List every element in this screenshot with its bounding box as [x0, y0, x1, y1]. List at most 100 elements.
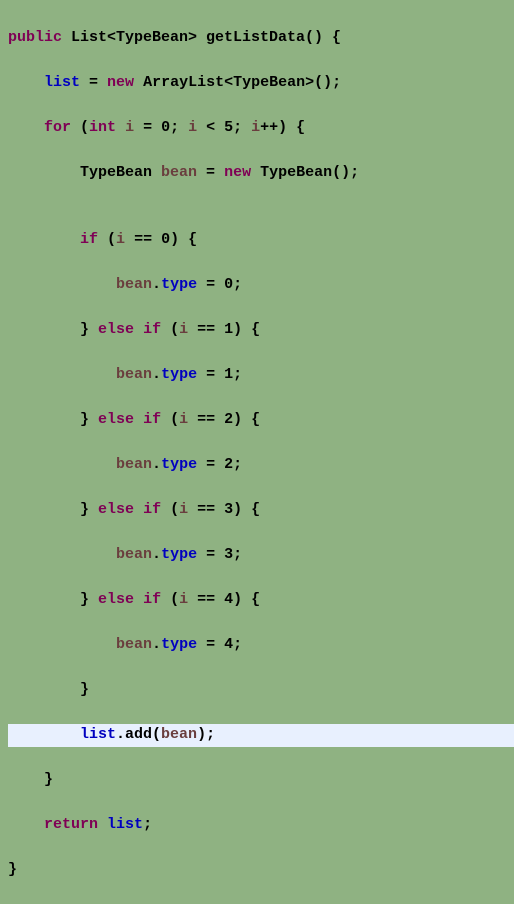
- indent: [8, 456, 116, 473]
- code-text: .: [152, 546, 161, 563]
- indent: [8, 726, 80, 743]
- indent: [8, 164, 80, 181]
- code-text: [134, 591, 143, 608]
- code-text: [134, 321, 143, 338]
- code-line: } else if (i == 3) {: [8, 499, 514, 522]
- code-line: return list;: [8, 814, 514, 837]
- indent: [8, 276, 116, 293]
- var-i: i: [116, 231, 125, 248]
- keyword-else: else: [98, 321, 134, 338]
- indent: [8, 681, 80, 698]
- code-line: bean.type = 4;: [8, 634, 514, 657]
- code-text: =: [80, 74, 107, 91]
- code-line: list = new ArrayList<TypeBean>();: [8, 72, 514, 95]
- var-bean: bean: [116, 636, 152, 653]
- code-text: == 0) {: [125, 231, 197, 248]
- indent: [8, 119, 44, 136]
- indent: [8, 366, 116, 383]
- code-text: }: [80, 501, 98, 518]
- code-line: }: [8, 769, 514, 792]
- code-text: ;: [143, 816, 152, 833]
- indent: [8, 591, 80, 608]
- var-i: i: [179, 411, 188, 428]
- code-text: (: [161, 501, 179, 518]
- var-bean: bean: [161, 164, 197, 181]
- indent: [8, 411, 80, 428]
- indent: [8, 74, 44, 91]
- code-line: } else if (i == 2) {: [8, 409, 514, 432]
- code-text: =: [197, 164, 224, 181]
- code-text: < 5;: [197, 119, 251, 136]
- keyword-if: if: [143, 411, 161, 428]
- code-line: } else if (i == 4) {: [8, 589, 514, 612]
- field-type: type: [161, 636, 197, 653]
- indent: [8, 231, 80, 248]
- code-line-highlighted: list.add(bean);: [8, 724, 514, 747]
- keyword-public: public: [8, 29, 62, 46]
- code-text: [98, 816, 107, 833]
- field-type: type: [161, 276, 197, 293]
- code-text: = 0;: [197, 276, 242, 293]
- indent: [8, 321, 80, 338]
- code-text: TypeBean: [80, 164, 161, 181]
- field-list: list: [107, 816, 143, 833]
- code-text: (: [98, 231, 116, 248]
- var-bean: bean: [161, 726, 197, 743]
- code-text: = 1;: [197, 366, 242, 383]
- keyword-if: if: [143, 501, 161, 518]
- code-text: (: [161, 591, 179, 608]
- code-line: if (i == 0) {: [8, 229, 514, 252]
- var-i: i: [251, 119, 260, 136]
- code-text: }: [80, 681, 89, 698]
- keyword-if: if: [80, 231, 98, 248]
- code-line: }: [8, 679, 514, 702]
- code-text: }: [80, 411, 98, 428]
- code-text: (: [71, 119, 89, 136]
- code-text: ++) {: [260, 119, 305, 136]
- code-text: (: [161, 411, 179, 428]
- code-text: List<TypeBean> getListData() {: [62, 29, 341, 46]
- keyword-if: if: [143, 591, 161, 608]
- keyword-new: new: [107, 74, 134, 91]
- indent: [8, 816, 44, 833]
- code-text: }: [8, 861, 17, 878]
- field-list: list: [44, 74, 80, 91]
- indent: [8, 501, 80, 518]
- code-text: TypeBean();: [251, 164, 359, 181]
- code-text: }: [80, 591, 98, 608]
- code-line: bean.type = 2;: [8, 454, 514, 477]
- code-text: .: [152, 366, 161, 383]
- var-bean: bean: [116, 366, 152, 383]
- field-list: list: [80, 726, 116, 743]
- code-text: == 3) {: [188, 501, 260, 518]
- code-line: public List<TypeBean> getListData() {: [8, 27, 514, 50]
- code-editor[interactable]: public List<TypeBean> getListData() { li…: [0, 0, 514, 904]
- var-bean: bean: [116, 456, 152, 473]
- keyword-else: else: [98, 501, 134, 518]
- code-text: == 4) {: [188, 591, 260, 608]
- code-line: } else if (i == 1) {: [8, 319, 514, 342]
- code-line: bean.type = 3;: [8, 544, 514, 567]
- var-i: i: [179, 321, 188, 338]
- code-text: }: [44, 771, 53, 788]
- keyword-else: else: [98, 411, 134, 428]
- code-text: [116, 119, 125, 136]
- keyword-else: else: [98, 591, 134, 608]
- code-text: = 2;: [197, 456, 242, 473]
- code-text: [134, 411, 143, 428]
- code-text: .: [152, 276, 161, 293]
- var-bean: bean: [116, 276, 152, 293]
- var-i: i: [179, 591, 188, 608]
- indent: [8, 546, 116, 563]
- code-text: .: [152, 636, 161, 653]
- var-bean: bean: [116, 546, 152, 563]
- code-text: = 4;: [197, 636, 242, 653]
- code-text: = 3;: [197, 546, 242, 563]
- code-line: for (int i = 0; i < 5; i++) {: [8, 117, 514, 140]
- code-text: = 0;: [134, 119, 188, 136]
- keyword-int: int: [89, 119, 116, 136]
- code-text: == 1) {: [188, 321, 260, 338]
- var-i: i: [125, 119, 134, 136]
- field-type: type: [161, 366, 197, 383]
- keyword-return: return: [44, 816, 98, 833]
